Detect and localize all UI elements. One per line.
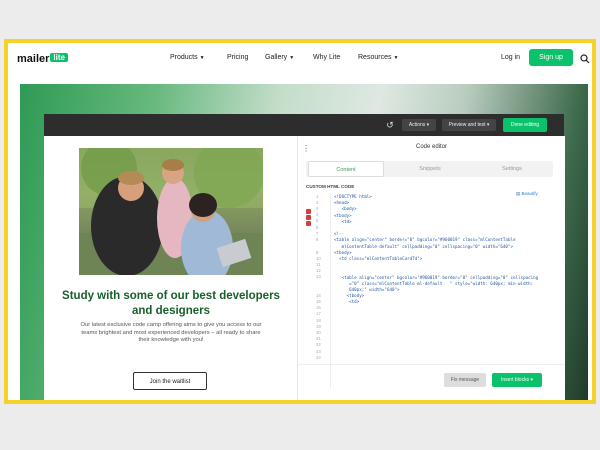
panel-tabs: Content Snippets Settings — [306, 161, 553, 177]
people-photo-illustration — [79, 148, 263, 275]
nav-products[interactable]: Products ▼ — [170, 54, 205, 61]
line-number: 11 — [316, 262, 321, 267]
nav-resources[interactable]: Resources ▼ — [358, 54, 398, 61]
undo-icon[interactable]: ↺ — [383, 119, 397, 131]
hero-photo[interactable] — [79, 148, 263, 275]
nav-pricing-label: Pricing — [227, 54, 249, 61]
line-number: 10 — [316, 256, 321, 261]
chevron-down-icon: ▼ — [199, 55, 205, 61]
line-number: 24 — [316, 355, 321, 360]
line-number: 23 — [316, 349, 321, 354]
chevron-down-icon: ▼ — [289, 55, 295, 61]
nav-why-lite-label: Why Lite — [313, 54, 341, 61]
nav-products-label: Products — [170, 54, 198, 61]
screenshot-frame: mailer lite Products ▼ Pricing Gallery ▼ Wh… — [4, 39, 596, 404]
email-preview: Study with some of our best developers a… — [44, 136, 297, 400]
email-editor-window: ↺ Actions ▾ Preview and test ▾ Done edit… — [44, 114, 565, 400]
error-marker-icon — [306, 209, 311, 214]
nav-why-lite[interactable]: Why Lite — [313, 54, 340, 61]
error-marker-icon — [306, 221, 311, 226]
tab-content[interactable]: Content — [308, 161, 384, 177]
insert-blocks-button[interactable]: Insert blocks ▾ — [492, 373, 542, 387]
line-number: 22 — [316, 342, 321, 347]
line-number: 6 — [316, 225, 319, 230]
line-number: 9 — [316, 250, 319, 255]
fix-message-button[interactable]: Fix message — [444, 373, 486, 387]
nav-gallery-label: Gallery — [265, 54, 288, 61]
line-number-gutter: 1 2 3 4 5 6 7 8 9 10 11 12 13 14 15 16 1… — [306, 194, 331, 389]
brand-logo[interactable]: mailer lite — [17, 53, 68, 65]
join-waitlist-button[interactable]: Join the waitlist — [133, 372, 207, 390]
insert-blocks-label: Insert blocks — [501, 377, 530, 383]
line-number: 8 — [316, 237, 319, 242]
line-number: 12 — [316, 268, 321, 273]
preview-test-dropdown[interactable]: Preview and test ▾ — [442, 119, 496, 131]
line-number: 1 — [316, 194, 319, 199]
search-icon[interactable] — [580, 54, 590, 64]
logo-text: mailer — [17, 53, 50, 65]
error-marker-icon — [306, 215, 311, 220]
line-number: 13 — [316, 274, 321, 279]
preview-test-label: Preview and test — [448, 122, 486, 128]
tab-snippets[interactable]: Snippets — [392, 161, 468, 177]
html-code-textarea[interactable]: <!DOCTYPE html> <head> <body> <tbody> <t… — [334, 194, 554, 324]
line-number: 16 — [316, 305, 321, 310]
chevron-down-icon: ▼ — [393, 55, 399, 61]
line-number: 18 — [316, 318, 321, 323]
logo-badge: lite — [50, 53, 68, 62]
actions-label: Actions — [408, 122, 426, 128]
done-editing-button[interactable]: Done editing — [503, 118, 547, 132]
panel-title: Code editor — [415, 144, 448, 150]
editor-toolbar: ↺ Actions ▾ Preview and test ▾ Done edit… — [44, 114, 564, 136]
line-number: 3 — [316, 206, 319, 211]
line-number: 4 — [316, 212, 319, 217]
top-navigation: mailer lite Products ▼ Pricing Gallery ▼ Wh… — [8, 43, 592, 73]
tab-settings[interactable]: Settings — [474, 161, 550, 177]
nav-gallery[interactable]: Gallery ▼ — [265, 54, 294, 61]
line-number: 15 — [316, 299, 321, 304]
preview-headline: Study with some of our best developers a… — [62, 290, 280, 317]
panel-footer: Fix message Insert blocks ▾ — [298, 364, 565, 401]
nav-pricing[interactable]: Pricing — [227, 54, 248, 61]
login-link[interactable]: Log in — [501, 54, 520, 61]
line-number: 2 — [316, 200, 319, 205]
code-editor-panel: ⋮ Code editor Content Snippets Settings … — [297, 136, 565, 400]
line-number: 7 — [316, 231, 319, 236]
line-number: 14 — [316, 293, 321, 298]
actions-dropdown[interactable]: Actions ▾ — [402, 119, 436, 131]
line-number: 20 — [316, 330, 321, 335]
preview-body-text: Our latest exclusive code camp offering … — [80, 322, 262, 343]
line-number: 17 — [316, 311, 321, 316]
line-number: 5 — [316, 218, 319, 223]
nav-resources-label: Resources — [358, 54, 392, 61]
signup-button[interactable]: Sign up — [529, 49, 573, 66]
line-number: 21 — [316, 336, 321, 341]
custom-html-label: CUSTOM HTML CODE — [306, 184, 355, 189]
line-number: 19 — [316, 324, 321, 329]
